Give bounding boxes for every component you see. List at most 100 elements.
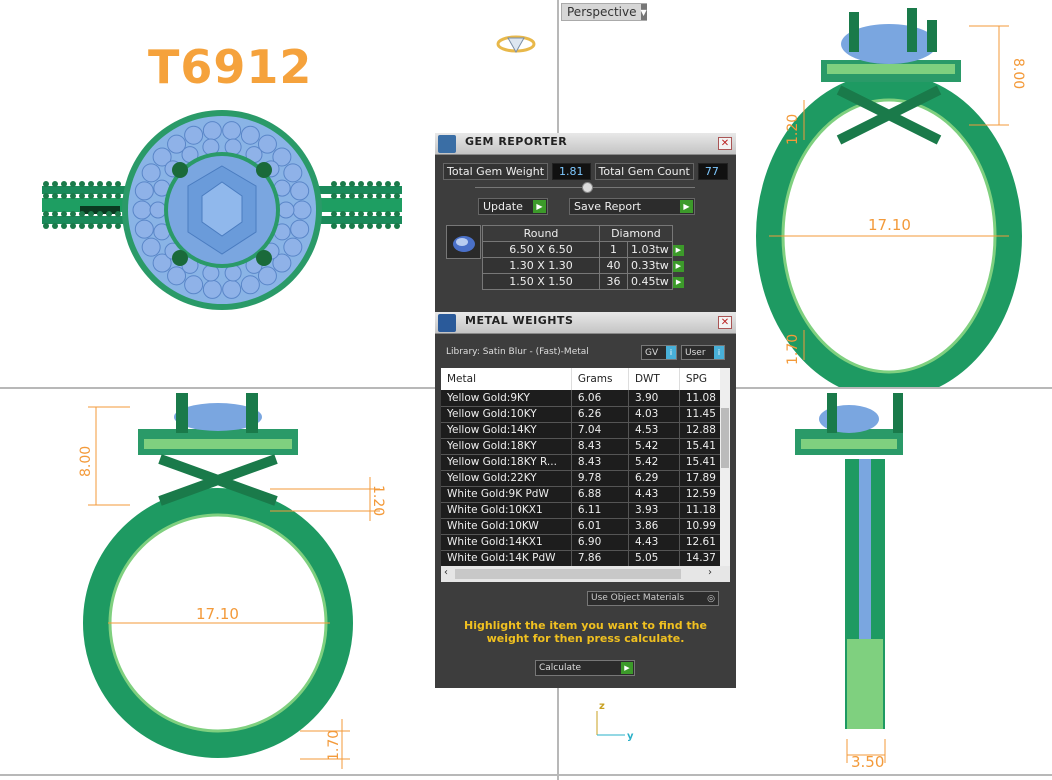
- metal-cell: 5.05: [628, 550, 680, 567]
- metal-cell: 3.90: [628, 390, 680, 407]
- gem-col-shape: Round: [482, 225, 600, 242]
- gem-metal-panel: GEM REPORTER ✕ Total Gem Weight 1.81 Tot…: [435, 133, 736, 688]
- play-icon[interactable]: ▶: [672, 244, 684, 256]
- metal-cell: White Gold:9K PdW: [441, 486, 572, 503]
- gem-slider-handle[interactable]: [582, 182, 593, 193]
- total-count-value: 77: [697, 163, 728, 180]
- metal-row[interactable]: Yellow Gold:18KY 8.43 5.42 15.41: [441, 438, 730, 455]
- horizontal-scrollbar[interactable]: ‹ ›: [441, 566, 730, 582]
- gv-toggle[interactable]: GV i: [641, 345, 677, 360]
- metal-col-header[interactable]: Grams: [571, 368, 629, 390]
- dim-height-perspective: 8.00: [1010, 58, 1026, 90]
- metal-cell: White Gold:14K PdW: [441, 550, 572, 567]
- play-icon: ▶: [680, 200, 693, 213]
- save-report-button[interactable]: Save Report ▶: [569, 198, 695, 215]
- user-toggle[interactable]: User i: [681, 345, 725, 360]
- gem-row[interactable]: 6.50 X 6.50 1 1.03tw ▶: [482, 241, 685, 258]
- metal-cell: Yellow Gold:9KY: [441, 390, 572, 407]
- metal-cell: 6.88: [571, 486, 629, 503]
- total-count-label: Total Gem Count: [594, 163, 694, 180]
- play-icon[interactable]: ▶: [672, 260, 684, 272]
- metal-cell: 9.78: [571, 470, 629, 487]
- axis-z-label: z: [599, 701, 605, 712]
- dim-shank-perspective: 1.20: [785, 113, 801, 145]
- gem-col-type: Diamond: [599, 225, 673, 242]
- dim-width-front: 17.10: [196, 605, 239, 623]
- use-object-materials-toggle[interactable]: Use Object Materials ◎: [587, 591, 719, 606]
- axis-y-label: y: [627, 731, 634, 742]
- gem-row[interactable]: 1.30 X 1.30 40 0.33tw ▶: [482, 257, 685, 274]
- chevron-down-icon[interactable]: ▼: [640, 4, 647, 20]
- metal-cell: 4.53: [628, 422, 680, 439]
- metal-cell: 5.42: [628, 454, 680, 471]
- gem-totals-row: Total Gem Weight 1.81 Total Gem Count 77: [443, 163, 728, 180]
- metal-cell: Yellow Gold:10KY: [441, 406, 572, 423]
- metal-cell: 7.04: [571, 422, 629, 439]
- metal-row[interactable]: White Gold:14K PdW 7.86 5.05 14.37: [441, 550, 730, 567]
- metal-row[interactable]: Yellow Gold:14KY 7.04 4.53 12.88: [441, 422, 730, 439]
- instruction-message: Highlight the item you want to find the …: [464, 619, 707, 645]
- metal-weights-icon: [438, 314, 456, 332]
- play-icon: ▶: [533, 200, 546, 213]
- save-report-label: Save Report: [574, 200, 641, 213]
- metal-cell: 6.90: [571, 534, 629, 551]
- metal-weights-title: METAL WEIGHTS: [465, 314, 574, 327]
- metal-cell: White Gold:14KX1: [441, 534, 572, 551]
- library-label: Library: Satin Blur - (Fast)-Metal: [446, 347, 589, 357]
- total-weight-value: 1.81: [552, 163, 591, 180]
- metal-weights-header[interactable]: METAL WEIGHTS ✕: [435, 312, 736, 334]
- update-label: Update: [483, 200, 523, 213]
- close-icon[interactable]: ✕: [718, 137, 732, 150]
- metal-cell: Yellow Gold:18KY R...: [441, 454, 572, 471]
- scroll-thumb[interactable]: [721, 408, 729, 468]
- gem-reporter-title: GEM REPORTER: [465, 135, 568, 148]
- metal-cell: 6.29: [628, 470, 680, 487]
- metal-cell: 4.03: [628, 406, 680, 423]
- perspective-label: Perspective: [567, 5, 637, 19]
- dim-width-perspective: 17.10: [868, 216, 911, 234]
- metal-col-header[interactable]: Metal: [441, 368, 572, 390]
- play-icon: ▶: [621, 662, 633, 674]
- metal-cell: Yellow Gold:22KY: [441, 470, 572, 487]
- metal-cell: 8.43: [571, 454, 629, 471]
- metal-cell: 4.43: [628, 486, 680, 503]
- metal-row[interactable]: White Gold:10KW 6.01 3.86 10.99: [441, 518, 730, 535]
- viewport-border-bottom: [0, 774, 1052, 776]
- metal-cell: Yellow Gold:14KY: [441, 422, 572, 439]
- gem-row[interactable]: 1.50 X 1.50 36 0.45tw ▶: [482, 273, 685, 290]
- metal-cell: 6.06: [571, 390, 629, 407]
- info-icon: i: [666, 346, 676, 359]
- play-icon[interactable]: ▶: [673, 276, 685, 288]
- metal-cell: Yellow Gold:18KY: [441, 438, 572, 455]
- metal-cell: 6.01: [571, 518, 629, 535]
- metal-col-header[interactable]: DWT: [628, 368, 680, 390]
- round-gem-icon: [446, 225, 481, 259]
- metal-cell: 5.42: [628, 438, 680, 455]
- metal-row[interactable]: White Gold:9K PdW 6.88 4.43 12.59: [441, 486, 730, 503]
- metal-cell: 3.93: [628, 502, 680, 519]
- dim-shank-front: 1.20: [370, 485, 386, 517]
- metal-cell: 6.26: [571, 406, 629, 423]
- metal-row[interactable]: Yellow Gold:18KY R... 8.43 5.42 15.41: [441, 454, 730, 471]
- scroll-right-icon[interactable]: ›: [708, 567, 712, 578]
- radio-icon: ◎: [707, 594, 715, 604]
- scroll-left-icon[interactable]: ‹: [444, 567, 448, 578]
- metal-cell: 3.86: [628, 518, 680, 535]
- metal-cell: 7.86: [571, 550, 629, 567]
- perspective-dropdown[interactable]: Perspective ▼: [561, 3, 647, 21]
- gem-table: Round Diamond 6.50 X 6.50 1 1.03tw ▶ 1.30 X …: [482, 225, 685, 290]
- dim-bottom-perspective: 1.70: [785, 333, 801, 365]
- vertical-scrollbar[interactable]: [720, 368, 730, 566]
- scroll-thumb[interactable]: [455, 569, 681, 579]
- metal-row[interactable]: Yellow Gold:9KY 6.06 3.90 11.08: [441, 390, 730, 407]
- metal-row[interactable]: Yellow Gold:10KY 6.26 4.03 11.45: [441, 406, 730, 423]
- calculate-button[interactable]: Calculate ▶: [535, 660, 635, 676]
- update-button[interactable]: Update ▶: [478, 198, 548, 215]
- metal-row[interactable]: White Gold:14KX1 6.90 4.43 12.61: [441, 534, 730, 551]
- close-icon[interactable]: ✕: [718, 316, 732, 329]
- metal-row[interactable]: Yellow Gold:22KY 9.78 6.29 17.89: [441, 470, 730, 487]
- gem-reporter-header[interactable]: GEM REPORTER ✕: [435, 133, 736, 155]
- metal-table[interactable]: Metal Grams DWT SPG Yellow Gold:9KY 6.06 3.90…: [441, 368, 730, 582]
- metal-row[interactable]: White Gold:10KX1 6.11 3.93 11.18: [441, 502, 730, 519]
- dim-bottom-front: 1.70: [326, 729, 342, 761]
